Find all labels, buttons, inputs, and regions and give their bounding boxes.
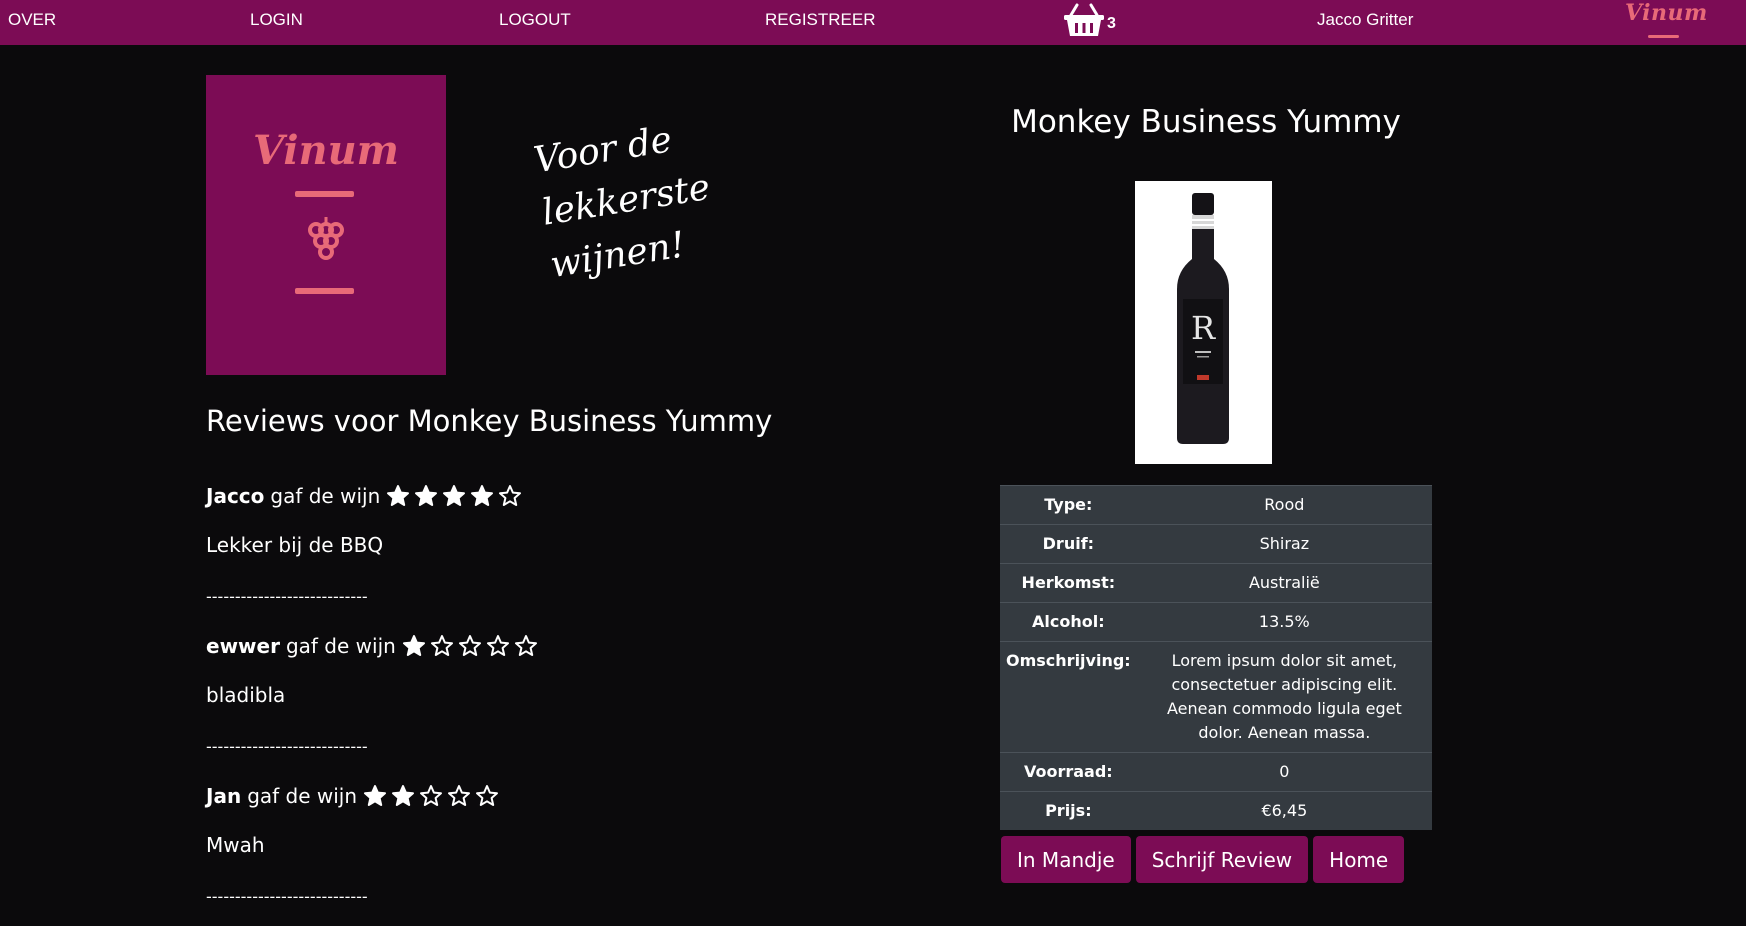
nav-link-logout[interactable]: LOGOUT [499, 10, 571, 30]
nav-brand-underline [1648, 35, 1679, 38]
nav-link-login[interactable]: LOGIN [250, 10, 303, 30]
review-header: Jan gaf de wijn [206, 782, 499, 810]
star-empty-icon [458, 635, 481, 656]
detail-value: Shiraz [1136, 524, 1432, 564]
review-separator: ---------------------------- [206, 587, 368, 606]
add-to-cart-button[interactable]: In Mandje [1001, 836, 1131, 883]
detail-value: Rood [1136, 485, 1432, 525]
basket-icon [1064, 3, 1104, 36]
logo-divider-top [295, 191, 354, 197]
review-user: ewwer [206, 634, 280, 658]
product-details-table: Type: Rood Druif: Shiraz Herkomst: Australië A… [1000, 485, 1432, 830]
star-empty-icon [499, 485, 522, 506]
detail-label: Type: [1000, 485, 1137, 525]
detail-label: Alcohol: [1000, 602, 1137, 642]
product-title: Monkey Business Yummy [1011, 104, 1401, 140]
detail-row: Prijs: €6,45 [1000, 791, 1432, 830]
review-text: Lekker bij de BBQ [206, 533, 384, 557]
review-gaf-text: gaf de wijn [270, 484, 381, 508]
cart-button[interactable]: 3 [1063, 0, 1123, 45]
review-gaf-text: gaf de wijn [247, 784, 358, 808]
detail-value: 13.5% [1136, 602, 1432, 642]
tagline: Voor de lekkerste wijnen! [530, 104, 752, 292]
review-user: Jan [206, 784, 242, 808]
detail-label: Druif: [1000, 524, 1137, 564]
star-rating [386, 484, 522, 508]
star-empty-icon [448, 785, 471, 806]
star-empty-icon [486, 635, 509, 656]
review-separator: ---------------------------- [206, 737, 368, 756]
detail-row: Alcohol: 13.5% [1000, 602, 1432, 642]
action-buttons: In Mandje Schrijf Review Home [1001, 836, 1405, 883]
detail-row: Voorraad: 0 [1000, 752, 1432, 792]
write-review-button[interactable]: Schrijf Review [1135, 836, 1309, 883]
home-button[interactable]: Home [1313, 836, 1405, 883]
detail-label: Herkomst: [1000, 563, 1137, 603]
nav-user-name[interactable]: Jacco Gritter [1317, 10, 1413, 30]
cart-count-badge: 3 [1107, 15, 1116, 32]
logo-word: Vinum [252, 127, 399, 174]
star-filled-icon [402, 635, 425, 656]
detail-row: Type: Rood [1000, 485, 1432, 525]
detail-value: Lorem ipsum dolor sit amet, consectetuer… [1136, 641, 1432, 753]
star-filled-icon [392, 785, 415, 806]
review-header: ewwer gaf de wijn [206, 632, 538, 660]
review-header: Jacco gaf de wijn [206, 482, 522, 510]
star-filled-icon [415, 485, 438, 506]
star-rating [402, 634, 538, 658]
wine-bottle-image: R [1135, 181, 1272, 464]
star-filled-icon [364, 785, 387, 806]
review-text: bladibla [206, 683, 286, 707]
nav-link-registreer[interactable]: REGISTREER [765, 10, 876, 30]
logo-divider-bottom [295, 288, 354, 294]
star-filled-icon [471, 485, 494, 506]
reviews-title: Reviews voor Monkey Business Yummy [206, 404, 773, 438]
review-text: Mwah [206, 833, 265, 857]
review-user: Jacco [206, 484, 265, 508]
star-empty-icon [476, 785, 499, 806]
star-filled-icon [443, 485, 466, 506]
bottle-icon: R [1177, 193, 1229, 444]
review-separator: ---------------------------- [206, 887, 368, 906]
review-gaf-text: gaf de wijn [285, 634, 396, 658]
detail-value: Australië [1136, 563, 1432, 603]
detail-row: Omschrijving: Lorem ipsum dolor sit amet,… [1000, 641, 1432, 753]
star-filled-icon [387, 485, 410, 506]
grape-icon [308, 217, 344, 260]
detail-label: Omschrijving: [1000, 641, 1137, 753]
navbar: OVER LOGIN LOGOUT REGISTREER 3 Jacco Gri… [0, 0, 1746, 45]
detail-row: Herkomst: Australië [1000, 563, 1432, 603]
detail-label: Prijs: [1000, 791, 1137, 830]
star-empty-icon [420, 785, 443, 806]
svg-text:R: R [1191, 309, 1216, 347]
detail-label: Voorraad: [1000, 752, 1137, 792]
star-rating [363, 784, 499, 808]
star-empty-icon [514, 635, 537, 656]
detail-row: Druif: Shiraz [1000, 524, 1432, 564]
vinum-logo: Vinum [206, 75, 446, 375]
nav-link-over[interactable]: OVER [8, 10, 56, 30]
nav-brand-logo[interactable]: Vinum [1625, 0, 1708, 26]
detail-value: €6,45 [1136, 791, 1432, 830]
star-empty-icon [430, 635, 453, 656]
detail-value: 0 [1136, 752, 1432, 792]
